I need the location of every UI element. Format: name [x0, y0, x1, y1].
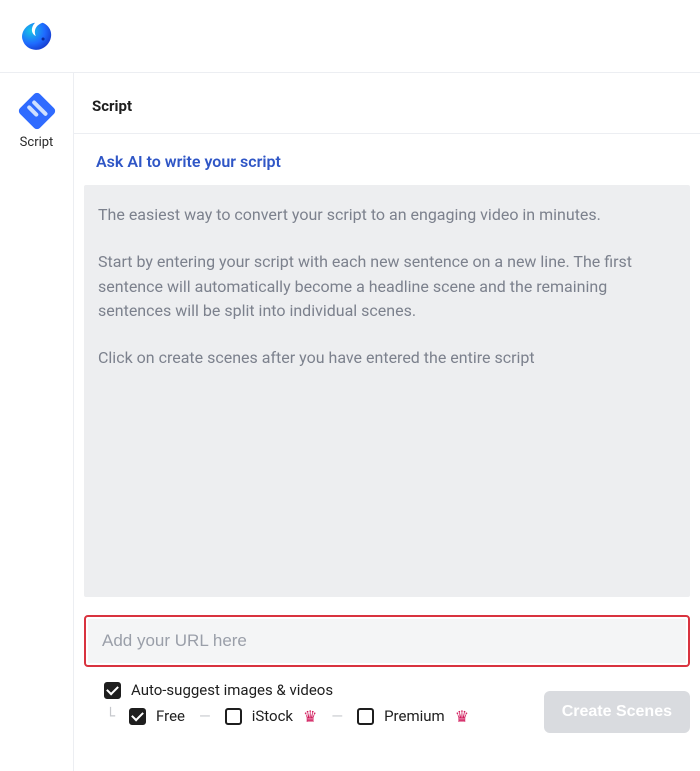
- url-input[interactable]: [88, 619, 686, 663]
- source-istock-checkbox[interactable]: [225, 708, 242, 725]
- separator: —: [195, 707, 215, 725]
- source-istock-label: iStock: [252, 707, 293, 725]
- create-scenes-button[interactable]: Create Scenes: [544, 691, 690, 733]
- script-placeholder-line: Start by entering your script with each …: [98, 250, 676, 324]
- sidebar: Script: [0, 73, 74, 771]
- app-body: Script Script Ask AI to write your scrip…: [0, 72, 700, 771]
- script-icon: [17, 91, 57, 131]
- fish-logo-icon: [18, 17, 56, 55]
- separator: —: [327, 707, 347, 725]
- auto-suggest-checkbox[interactable]: [104, 682, 121, 699]
- source-options: └ Free — iStock ♛ — Premium ♛: [104, 707, 469, 725]
- sidebar-item-script[interactable]: Script: [20, 97, 54, 150]
- source-premium-checkbox[interactable]: [357, 708, 374, 725]
- script-input[interactable]: The easiest way to convert your script t…: [84, 185, 690, 597]
- script-placeholder-line: Click on create scenes after you have en…: [98, 346, 676, 371]
- url-input-highlight: [84, 615, 690, 667]
- tree-connector-icon: └: [106, 707, 119, 725]
- crown-icon: ♛: [303, 709, 317, 725]
- source-premium-label: Premium: [384, 707, 445, 725]
- options-row: Auto-suggest images & videos └ Free — iS…: [74, 667, 700, 733]
- source-free-checkbox[interactable]: [129, 708, 146, 725]
- page-title: Script: [74, 73, 700, 134]
- main-panel: Script Ask AI to write your script The e…: [74, 73, 700, 771]
- script-placeholder-line: The easiest way to convert your script t…: [98, 203, 676, 228]
- auto-suggest-label: Auto-suggest images & videos: [131, 681, 333, 699]
- crown-icon: ♛: [455, 709, 469, 725]
- top-bar: [0, 0, 700, 72]
- ask-ai-link[interactable]: Ask AI to write your script: [74, 134, 700, 185]
- options-left: Auto-suggest images & videos └ Free — iS…: [104, 681, 469, 725]
- source-free-label: Free: [156, 707, 185, 725]
- auto-suggest-option[interactable]: Auto-suggest images & videos: [104, 681, 469, 699]
- sidebar-item-label: Script: [20, 135, 54, 150]
- app-logo: [18, 17, 56, 55]
